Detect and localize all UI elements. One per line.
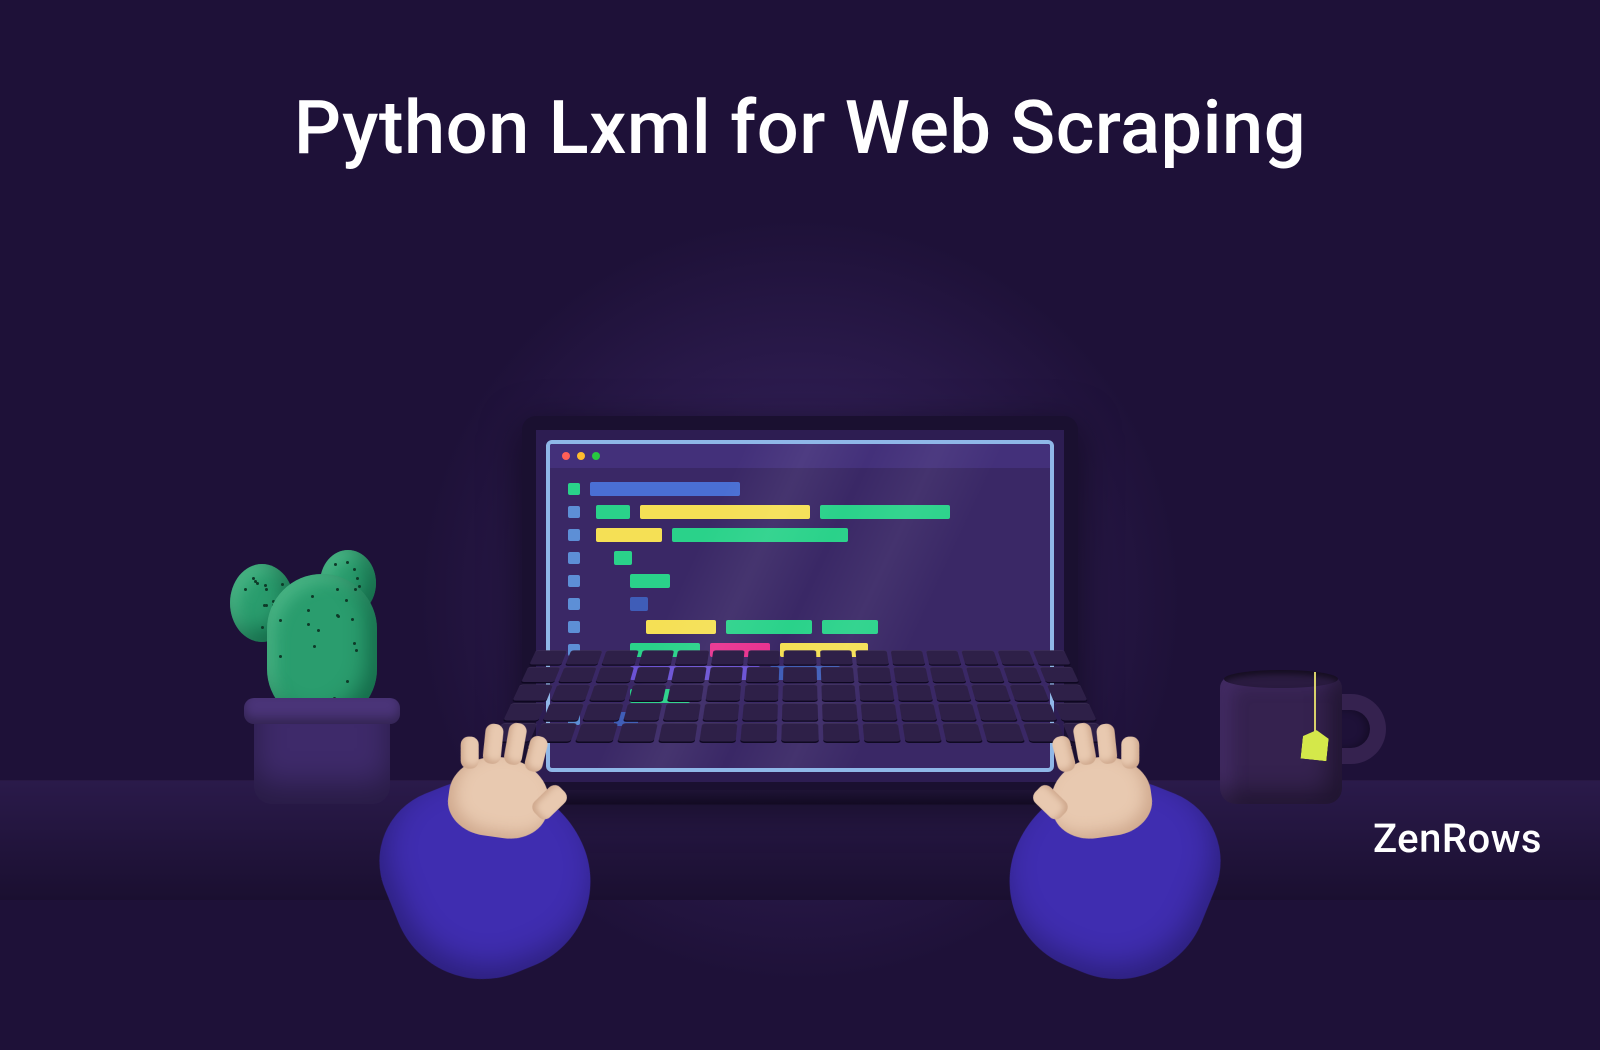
zoom-dot-icon <box>592 452 600 460</box>
webcam-icon <box>797 421 803 427</box>
minimize-dot-icon <box>577 452 585 460</box>
brand-logo-text: ZenRows <box>1373 815 1542 862</box>
close-dot-icon <box>562 452 570 460</box>
mug-illustration <box>1220 664 1370 804</box>
cactus-illustration <box>232 522 412 804</box>
tea-tag-icon <box>1301 729 1330 762</box>
left-hand-illustration <box>373 643 667 937</box>
right-hand-illustration <box>933 643 1227 937</box>
window-titlebar <box>550 444 1050 468</box>
page-title: Python Lxml for Web Scraping <box>0 85 1600 172</box>
